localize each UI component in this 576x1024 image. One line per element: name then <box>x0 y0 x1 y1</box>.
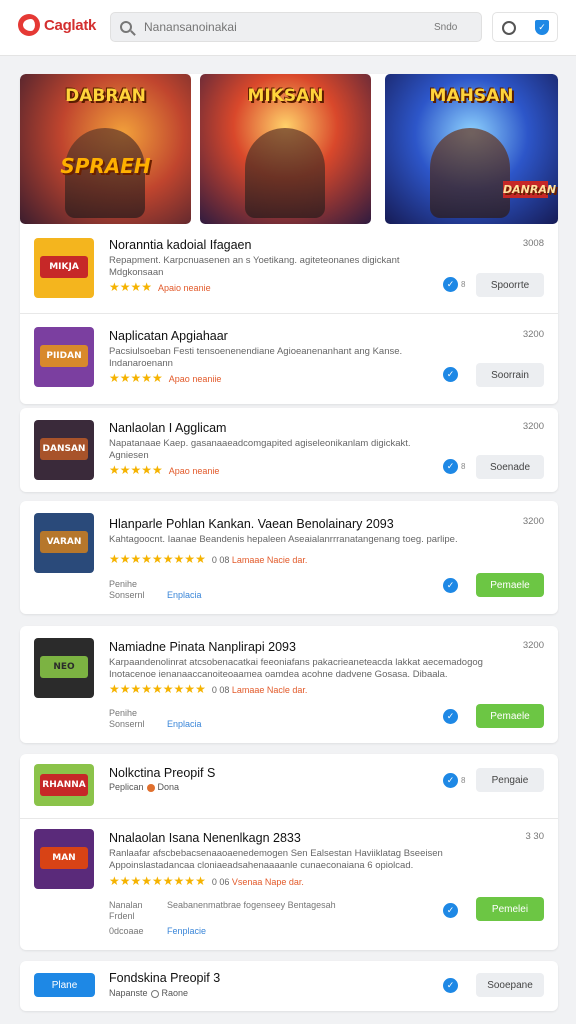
verified-check-icon: ✓ <box>443 773 458 788</box>
banner-title: MIKSAN <box>247 86 324 106</box>
app-sub-link[interactable]: Enplacia <box>167 719 202 729</box>
list-item[interactable]: Plane Fondskina Preopif 3 Napanste Raone … <box>20 961 558 1011</box>
search-bar[interactable]: Sndo <box>110 12 482 42</box>
app-thumbnail: DANSAN <box>34 420 94 480</box>
app-action-button[interactable]: Sooepane <box>476 973 544 997</box>
banner-1[interactable]: DABRAN SPRAEH <box>20 74 191 224</box>
banner-2[interactable]: MIKSAN <box>200 74 371 224</box>
app-tags: Peplican Dona <box>109 782 180 792</box>
app-thumbnail: PIIDAN <box>34 327 94 387</box>
hero-figure-icon <box>430 128 510 218</box>
search-hint: Sndo <box>434 21 458 33</box>
list-item[interactable]: RHANNA Nolkctina Preopif S Peplican Dona … <box>20 754 558 816</box>
search-icon <box>120 21 132 33</box>
banner-3[interactable]: MAHSAN DANRAN <box>385 74 558 224</box>
app-title: Hlanparle Pohlan Kankan. Vaean Benolaina… <box>109 517 394 531</box>
app-title: Fondskina Preopif 3 <box>109 971 221 985</box>
app-tags: Napanste Raone <box>109 988 189 998</box>
rating-stars: ★★★★★★★★★ 0 08 Lamaae Nacle dar. <box>109 682 308 696</box>
rating-stars: ★★★★★★★★★ 0 06 Vsenaa Nape dar. <box>109 874 304 888</box>
app-action-button[interactable]: Pemaele <box>476 573 544 597</box>
verified-check-icon: ✓ <box>443 277 458 292</box>
verified-check-icon: ✓ <box>443 978 458 993</box>
check-count: 8 <box>461 462 466 471</box>
app-title: Namiadne Pinata Nanplirapi 2093 <box>109 640 296 654</box>
app-sub-label: Sonsernl <box>109 590 145 600</box>
app-sub-text: Seabanenmatbrae fogenseey Bentagesah <box>167 900 336 910</box>
app-description: Repapment. Karpcnuasenen an s Yoetikang.… <box>109 255 400 278</box>
rating-stars: ★★★★★★★★★ 0 08 Lamaae Nacie dar. <box>109 552 308 566</box>
check-count: 8 <box>461 776 466 785</box>
banner-title: MAHSAN <box>429 86 514 106</box>
list-group: RHANNA Nolkctina Preopif S Peplican Dona … <box>20 754 558 950</box>
verified-check-icon: ✓ <box>443 367 458 382</box>
app-description: Karpaandenolinrat atcsobenacatkai feeoni… <box>109 657 483 680</box>
app-thumbnail: VARAN <box>34 513 94 573</box>
app-sub-label: Frdenl <box>109 911 135 921</box>
logo-text: Caglatk <box>44 16 97 34</box>
app-version: 3200 <box>522 421 544 432</box>
hero-figure-icon <box>245 128 325 218</box>
app-description: Kahtagoocnt. Iaanae Beandenis hepaleen A… <box>109 534 458 545</box>
app-sub-link[interactable]: Fenplacie <box>167 926 206 936</box>
app-version: 3200 <box>522 516 544 527</box>
app-description: Napatanaae Kaep. gasanaaeadcomgapited ag… <box>109 438 411 461</box>
app-version: 3200 <box>522 640 544 651</box>
verified-check-icon: ✓ <box>443 459 458 474</box>
app-description: Ranlaafar afscbebacsenaaoaenedemogen Sen… <box>109 848 443 871</box>
shield-icon[interactable]: ✓ <box>535 20 549 35</box>
app-version: 3 30 <box>525 831 545 842</box>
rating-stars: ★★★★ Apaio neanie <box>109 280 211 294</box>
app-version: 3200 <box>522 329 544 340</box>
app-title: Naplicatan Apgiahaar <box>109 329 228 343</box>
list-item[interactable]: VARAN Hlanparle Pohlan Kankan. Vaean Ben… <box>20 501 558 614</box>
header-actions: ✓ <box>492 12 558 42</box>
app-thumbnail: NEO <box>34 638 94 698</box>
list-item[interactable]: DANSAN Nanlaolan I Agglicam Napatanaae K… <box>20 408 558 492</box>
app-sub-label: Nanalan <box>109 900 143 910</box>
rating-stars: ★★★★★ Apao neaniie <box>109 371 222 385</box>
logo-icon <box>18 14 40 36</box>
app-sub-label: Sonsernl <box>109 719 145 729</box>
list-item[interactable]: PIIDAN Naplicatan Apgiahaar Pacsiulsoeba… <box>20 314 558 404</box>
app-sub-link[interactable]: Enplacia <box>167 590 202 600</box>
list-item[interactable]: MAN Nnalaolan Isana Nenenlkagn 2833 Ranl… <box>20 819 558 950</box>
app-action-button[interactable]: Soorrain <box>476 363 544 387</box>
app-title: Nnalaolan Isana Nenenlkagn 2833 <box>109 831 301 845</box>
banner-title: DABRAN <box>65 86 146 106</box>
banner-subtitle: SPRAEH <box>60 154 151 178</box>
app-title: Nanlaolan I Agglicam <box>109 421 227 435</box>
rating-stars: ★★★★★ Apao neanie <box>109 463 220 477</box>
app-sub-label: 0dcoaae <box>109 926 144 936</box>
app-thumbnail: RHANNA <box>34 764 94 806</box>
app-title: Nolkctina Preopif S <box>109 766 216 780</box>
featured-panel: DABRAN SPRAEH MIKSAN MAHSAN DANRAN MIKJA… <box>20 74 558 404</box>
circle-icon[interactable] <box>502 21 516 35</box>
app-action-button[interactable]: Soenade <box>476 455 544 479</box>
app-version: 3008 <box>522 238 544 249</box>
check-count: 8 <box>461 280 466 289</box>
app-logo[interactable]: Caglatk <box>18 14 96 36</box>
list-item[interactable]: MIKJA Noranntia kadoial Ifagaen Repapmen… <box>20 224 558 314</box>
app-action-button[interactable]: Pemaele <box>476 704 544 728</box>
app-action-button[interactable]: Pemelei <box>476 897 544 921</box>
verified-check-icon: ✓ <box>443 903 458 918</box>
banner-subtitle: DANRAN <box>503 181 557 198</box>
app-thumbnail: MIKJA <box>34 238 94 298</box>
verified-check-icon: ✓ <box>443 709 458 724</box>
app-thumbnail: MAN <box>34 829 94 889</box>
app-action-button[interactable]: Spoorrte <box>476 273 544 297</box>
list-item[interactable]: NEO Namiadne Pinata Nanplirapi 2093 Karp… <box>20 626 558 743</box>
verified-check-icon: ✓ <box>443 578 458 593</box>
app-title: Noranntia kadoial Ifagaen <box>109 238 252 252</box>
app-sub-label: Penihe <box>109 579 138 589</box>
top-bar: Caglatk Sndo ✓ <box>0 0 576 56</box>
search-input[interactable] <box>144 20 434 34</box>
app-description: Pacsiulsoeban Festi tensoenenendiane Agi… <box>109 346 403 369</box>
app-sub-label: Penihe <box>109 708 138 718</box>
app-primary-button[interactable]: Plane <box>34 973 95 997</box>
app-action-button[interactable]: Pengaie <box>476 768 544 792</box>
